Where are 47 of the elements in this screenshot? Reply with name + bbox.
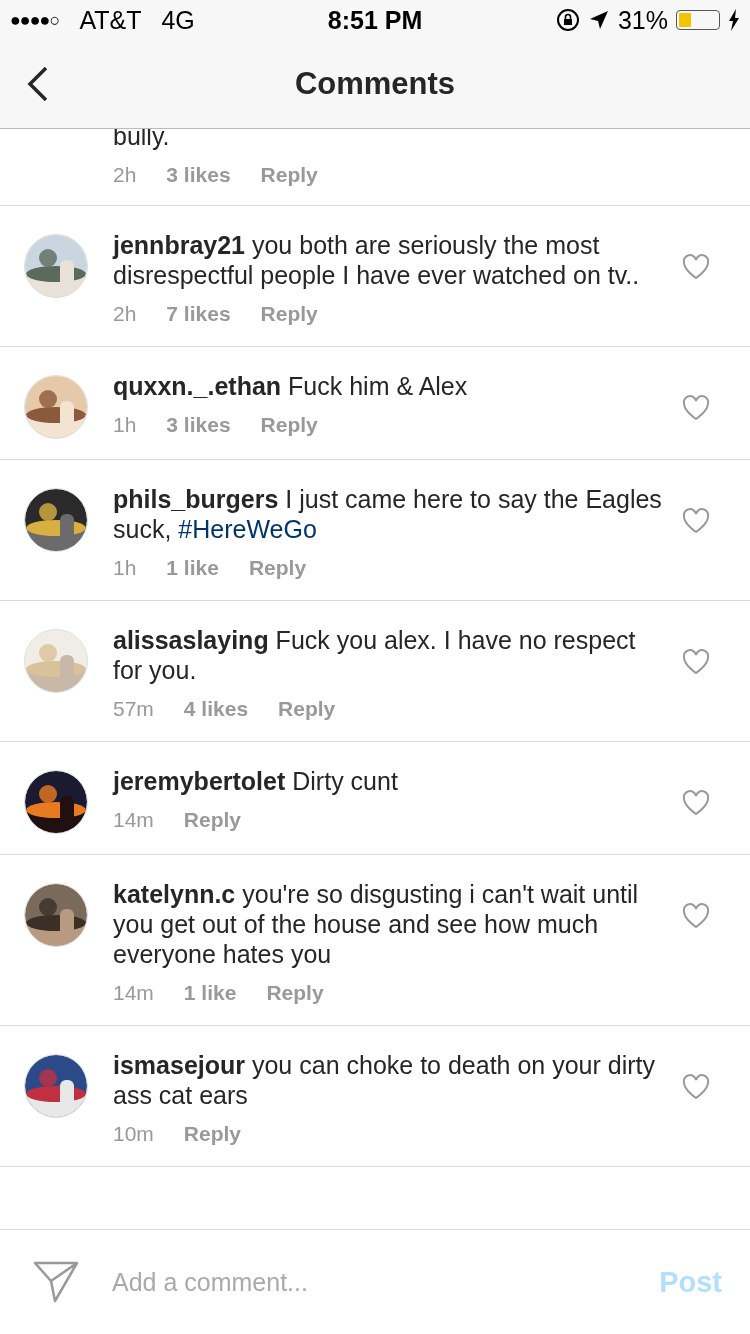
comment-text: ismasejour you can choke to death on your dirty ass cat ears: [113, 1050, 656, 1110]
comment-time: 14m: [113, 981, 154, 1005]
comment-time: 10m: [113, 1122, 154, 1146]
reply-button[interactable]: Reply: [278, 697, 336, 721]
comment-time: 2h: [113, 302, 137, 326]
reply-button[interactable]: Reply: [183, 1122, 242, 1146]
heart-icon[interactable]: [682, 903, 710, 929]
charging-bolt-icon: [728, 9, 740, 31]
like-count[interactable]: 1 like: [183, 981, 237, 1005]
battery-percent: 31%: [617, 5, 668, 35]
comment-text: jeremybertolet Dirty cunt: [113, 766, 399, 796]
comment-input[interactable]: Add a comment...: [112, 1267, 660, 1297]
heart-icon[interactable]: [682, 649, 710, 675]
network-type: 4G: [161, 5, 195, 35]
heart-icon[interactable]: [682, 508, 710, 534]
like-count[interactable]: 3 likes: [166, 413, 231, 437]
heart-icon[interactable]: [682, 1074, 710, 1100]
comment-text: quxxn._.ethan Fuck him & Alex: [113, 371, 469, 401]
reply-button[interactable]: Reply: [183, 808, 242, 832]
comment-time: 1h: [113, 413, 137, 437]
reply-button[interactable]: Reply: [260, 302, 318, 326]
reply-button[interactable]: Reply: [260, 413, 318, 437]
heart-icon[interactable]: [682, 790, 710, 816]
send-icon[interactable]: [32, 1260, 80, 1304]
comment-text: phils_burgers I just came here to say the Eagles suck, #HereWeGo: [113, 484, 662, 544]
comment-text: katelynn.c you're so disgusting i can't wait until you get out of the house and see how much everyone hates you: [113, 879, 640, 969]
heart-icon[interactable]: [682, 254, 710, 280]
comment-time: 2h: [113, 163, 137, 187]
comment-time: 57m: [113, 697, 154, 721]
comment-text: alissaslaying Fuck you alex. I have no respect for you.: [113, 625, 637, 685]
signal-dots: ●●●●○: [10, 9, 60, 31]
screen-title: Comments: [294, 66, 456, 102]
like-count[interactable]: 3 likes: [166, 163, 231, 187]
rotation-lock-icon: [555, 8, 580, 32]
comment-time: 14m: [113, 808, 154, 832]
like-count[interactable]: 1 like: [166, 556, 219, 580]
reply-button[interactable]: Reply: [266, 981, 324, 1005]
reply-button[interactable]: Reply: [248, 556, 307, 580]
heart-icon[interactable]: [682, 395, 710, 421]
battery-icon: [676, 10, 720, 30]
comment-time: 1h: [113, 556, 137, 580]
like-count[interactable]: 4 likes: [183, 697, 249, 721]
comment-text: jennbray21 you both are seriously the most disrespectful people I have ever watched on tv..: [113, 230, 641, 290]
clock-time: 8:51 PM: [327, 5, 423, 35]
carrier-name: AT&T: [79, 5, 142, 35]
like-count[interactable]: 7 likes: [166, 302, 231, 326]
reply-button[interactable]: Reply: [260, 163, 318, 187]
